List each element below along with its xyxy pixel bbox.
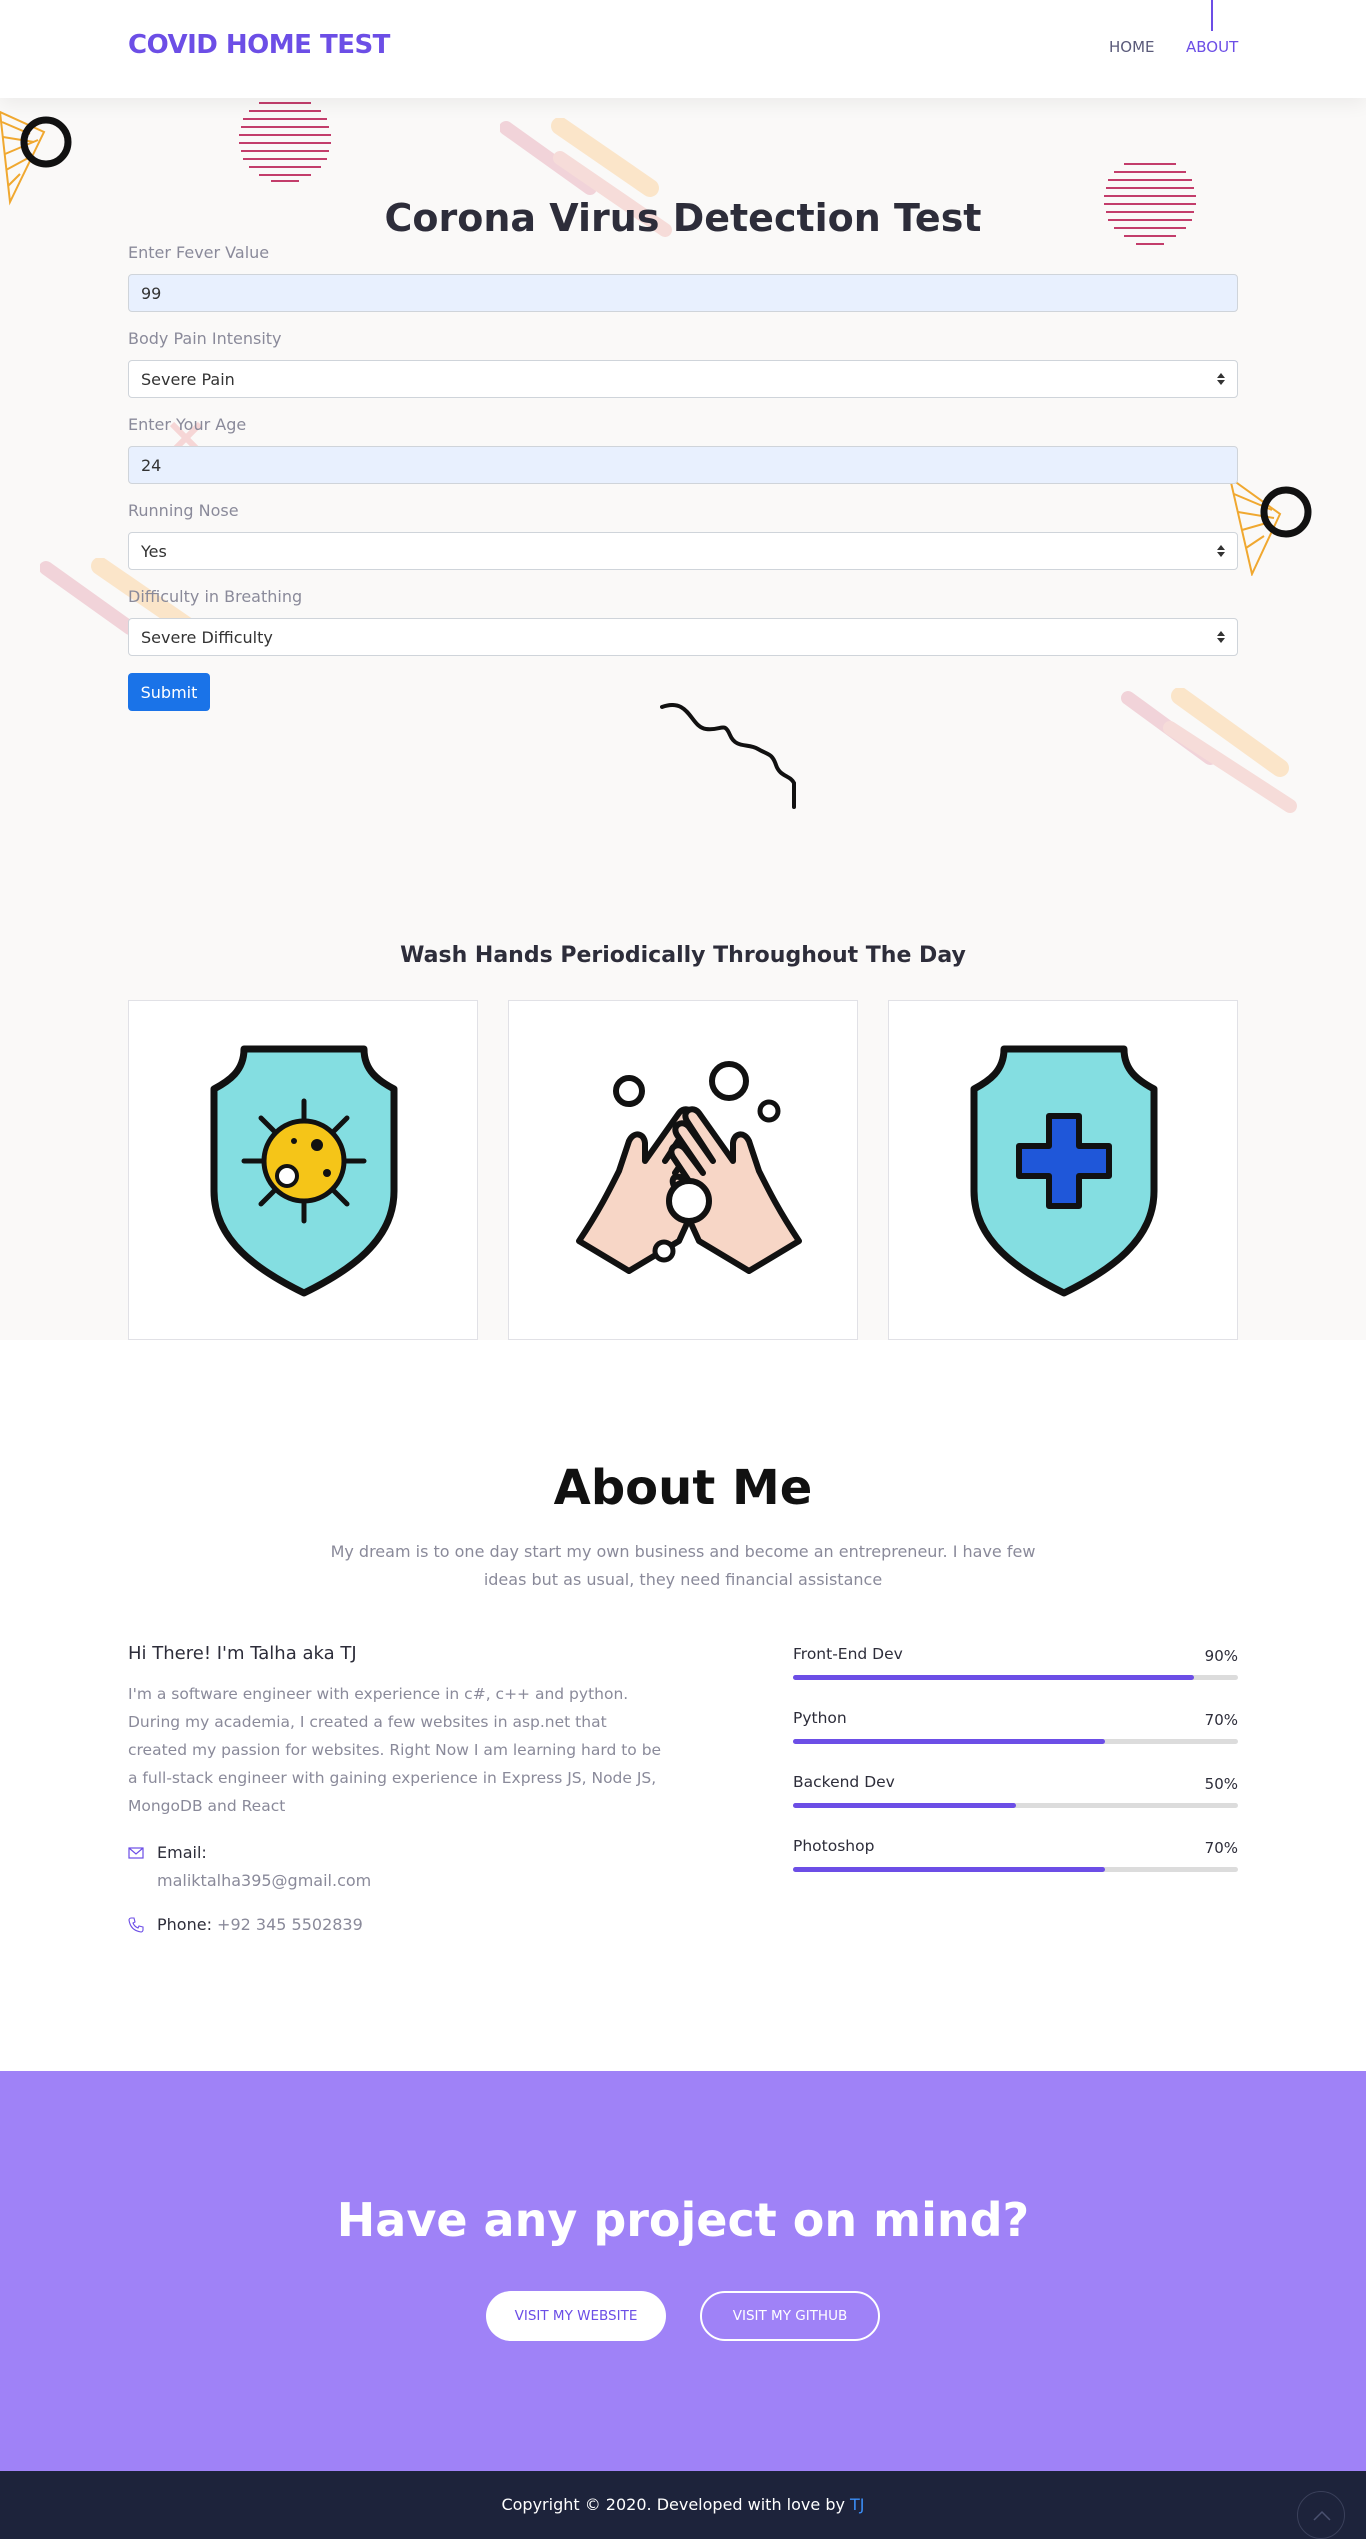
top-navbar: COVID HOME TEST HOME ABOUT: [0, 0, 1366, 98]
running-nose-select[interactable]: Yes: [128, 532, 1238, 570]
skill-bar-fill: [793, 1803, 1016, 1808]
skill-percent: 90%: [1204, 1647, 1238, 1665]
phone-icon: [128, 1917, 144, 1933]
nav-link-about[interactable]: ABOUT: [1186, 38, 1238, 56]
brand-logo[interactable]: COVID HOME TEST: [128, 30, 390, 60]
fever-input[interactable]: 99: [128, 274, 1238, 312]
striped-circle-decoration-icon: [239, 102, 331, 182]
visit-website-button[interactable]: VISIT MY WEBSITE: [486, 2291, 666, 2341]
age-value: 24: [141, 455, 162, 475]
skill-percent: 50%: [1204, 1775, 1238, 1793]
diagonal-lines-decoration-icon: [1121, 688, 1297, 813]
footer: Copyright © 2020. Developed with love by…: [0, 2471, 1366, 2539]
select-arrows-icon: [1217, 629, 1225, 645]
body-pain-label: Body Pain Intensity: [128, 329, 282, 348]
fever-value: 99: [141, 283, 162, 303]
about-subtitle: My dream is to one day start my own busi…: [330, 1542, 1036, 1589]
cta-section: Have any project on mind? VISIT MY WEBSI…: [0, 2071, 1366, 2471]
skill-bar-track: [793, 1675, 1238, 1680]
breathing-select[interactable]: Severe Difficulty: [128, 618, 1238, 656]
author-link[interactable]: TJ: [850, 2495, 865, 2514]
about-title: About Me: [553, 1460, 813, 1516]
breathing-label: Difficulty in Breathing: [128, 587, 303, 606]
age-label: Enter Your Age: [128, 415, 247, 434]
body-pain-value: Severe Pain: [141, 369, 235, 389]
skill-bar-fill: [793, 1675, 1194, 1680]
skill-bar-fill: [793, 1739, 1105, 1744]
chevron-up-icon: [1313, 2510, 1331, 2521]
copyright-text: Copyright © 2020. Developed with love by: [501, 2495, 845, 2514]
hero-title: Corona Virus Detection Test: [384, 196, 982, 240]
intro-name: Hi There! I'm Talha aka TJ: [128, 1643, 357, 1664]
fever-label: Enter Fever Value: [128, 243, 270, 262]
skill-bar-track: [793, 1739, 1238, 1744]
select-arrows-icon: [1217, 543, 1225, 559]
info-card: [888, 1000, 1238, 1340]
phone-label: Phone:: [157, 1915, 212, 1934]
copyright: Copyright © 2020. Developed with love by…: [0, 2495, 1366, 2514]
skill-name: Front-End Dev: [793, 1645, 903, 1663]
skill-name: Backend Dev: [793, 1773, 895, 1791]
skill-name: Photoshop: [793, 1837, 875, 1855]
zigzag-decoration-icon: [660, 703, 796, 809]
nav-active-indicator: [1211, 0, 1213, 31]
info-card: [128, 1000, 478, 1340]
cta-title: Have any project on mind?: [336, 2193, 1030, 2247]
triangle-decoration-icon: [1228, 476, 1312, 576]
skill-name: Python: [793, 1709, 847, 1727]
washing-hands-icon: [576, 1061, 802, 1274]
medical-shield-icon: [970, 1045, 1158, 1297]
hero-section: Corona Virus Detection Test Enter Fever …: [0, 98, 1366, 1340]
wash-hands-title: Wash Hands Periodically Throughout The D…: [400, 943, 966, 968]
intro-text: I'm a software engineer with experience …: [128, 1685, 662, 1815]
info-card: [508, 1000, 858, 1340]
virus-shield-icon: [210, 1045, 398, 1297]
phone-value[interactable]: +92 345 5502839: [217, 1915, 363, 1934]
age-input[interactable]: 24: [128, 446, 1238, 484]
select-arrows-icon: [1217, 371, 1225, 387]
skill-percent: 70%: [1204, 1711, 1238, 1729]
nav-link-home[interactable]: HOME: [1109, 38, 1155, 56]
body-pain-select[interactable]: Severe Pain: [128, 360, 1238, 398]
breathing-value: Severe Difficulty: [141, 627, 273, 647]
visit-github-button[interactable]: VISIT MY GITHUB: [700, 2291, 880, 2341]
email-value[interactable]: maliktalha395@gmail.com: [157, 1871, 371, 1890]
skill-bar-track: [793, 1867, 1238, 1872]
email-label: Email:: [157, 1843, 207, 1862]
skill-bar-track: [793, 1803, 1238, 1808]
envelope-icon: [128, 1847, 144, 1859]
skill-bar-fill: [793, 1867, 1105, 1872]
running-nose-value: Yes: [141, 541, 167, 561]
skill-percent: 70%: [1204, 1839, 1238, 1857]
running-nose-label: Running Nose: [128, 501, 239, 520]
back-to-top-button[interactable]: [1297, 2491, 1345, 2539]
submit-button[interactable]: Submit: [128, 673, 210, 711]
